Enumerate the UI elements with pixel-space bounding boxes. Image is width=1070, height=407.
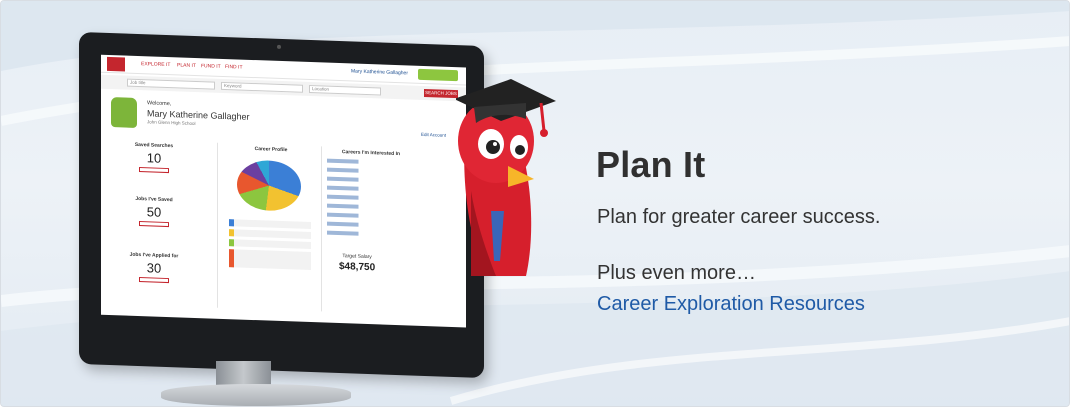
screen-location-field: Location [309,84,381,96]
stat-button [139,167,169,174]
screen-stat-saved-jobs: Jobs I've Saved 50 [119,195,189,229]
screen-keyword-field: Job title [127,78,215,90]
dashboard-screen: EXPLORE IT PLAN IT FUND IT FIND IT Mary … [101,54,466,328]
careers-list-row [327,221,397,229]
careers-list-row [327,203,397,211]
screen-nav-fund: FUND IT [201,63,221,70]
more-text: Plus even more… [597,262,756,284]
stat-button [139,221,169,228]
careers-list-row [327,212,397,220]
screen-nav-find: FIND IT [225,64,243,71]
monitor-illustration: EXPLORE IT PLAN IT FUND IT FIND IT Mary … [79,31,484,379]
graduation-bird-mascot-icon [456,79,556,276]
page-subtitle: Plan for greater career success. [597,206,881,228]
legend-row [229,239,311,250]
screen-nav-explore: EXPLORE IT [141,61,171,69]
backpack-icon [111,97,137,128]
screen-user-name: Mary Katherine Gallagher [351,68,408,77]
stat-value: 50 [146,204,162,220]
stat-label: Jobs I've Applied for [129,251,179,260]
careers-list-row [327,194,397,202]
career-profile-legend [229,219,311,273]
webcam-dot [277,44,281,49]
screen-search-button: SEARCH JOBS [424,88,458,99]
screen-school-name: John Glenn High School [147,119,196,126]
screen-target-salary: Target Salary $48,750 [339,253,375,273]
screen-divider [321,146,322,312]
salary-value: $48,750 [339,261,376,274]
legend-row [229,219,311,230]
screen-welcome: Welcome, [147,100,172,108]
screen-career-profile-heading: Career Profile [231,145,311,154]
screen-stat-saved-searches: Saved Searches 10 [119,141,189,175]
monitor-base [161,384,351,406]
careers-list-row [327,176,397,184]
stat-value: 30 [146,260,162,276]
salary-label: Target Salary [342,253,372,261]
career-profile-pie-chart [237,159,301,212]
legend-row [229,229,311,240]
career-exploration-resources-link[interactable]: Career Exploration Resources [597,293,865,316]
page-title: Plan It [596,144,706,185]
stat-value: 10 [146,150,162,166]
plan-it-banner: EXPLORE IT PLAN IT FUND IT FIND IT Mary … [0,0,1070,407]
careers-list-row [327,230,397,238]
screen-nav-plan: PLAN IT [177,62,196,70]
careers-list-label: Careers I'm Interested In [341,149,401,158]
careers-list-row [327,167,397,175]
site-logo [107,56,125,72]
careers-list-row [327,185,397,193]
careers-list-row [327,158,397,166]
stat-button [139,277,169,284]
stat-label: Jobs I've Saved [135,195,173,204]
careers-list [327,158,397,242]
screen-divider [217,142,218,308]
screen-edit-link: Edit Account [420,131,446,138]
screen-user-button [418,68,458,82]
screen-company-field: Keyword [221,81,303,93]
legend-row [229,249,311,271]
stat-label: Saved Searches [134,141,174,150]
career-profile-label: Career Profile [254,146,288,154]
screen-careers-heading: Careers I'm Interested In [331,149,411,158]
screen-stat-applied-jobs: Jobs I've Applied for 30 [119,251,189,285]
